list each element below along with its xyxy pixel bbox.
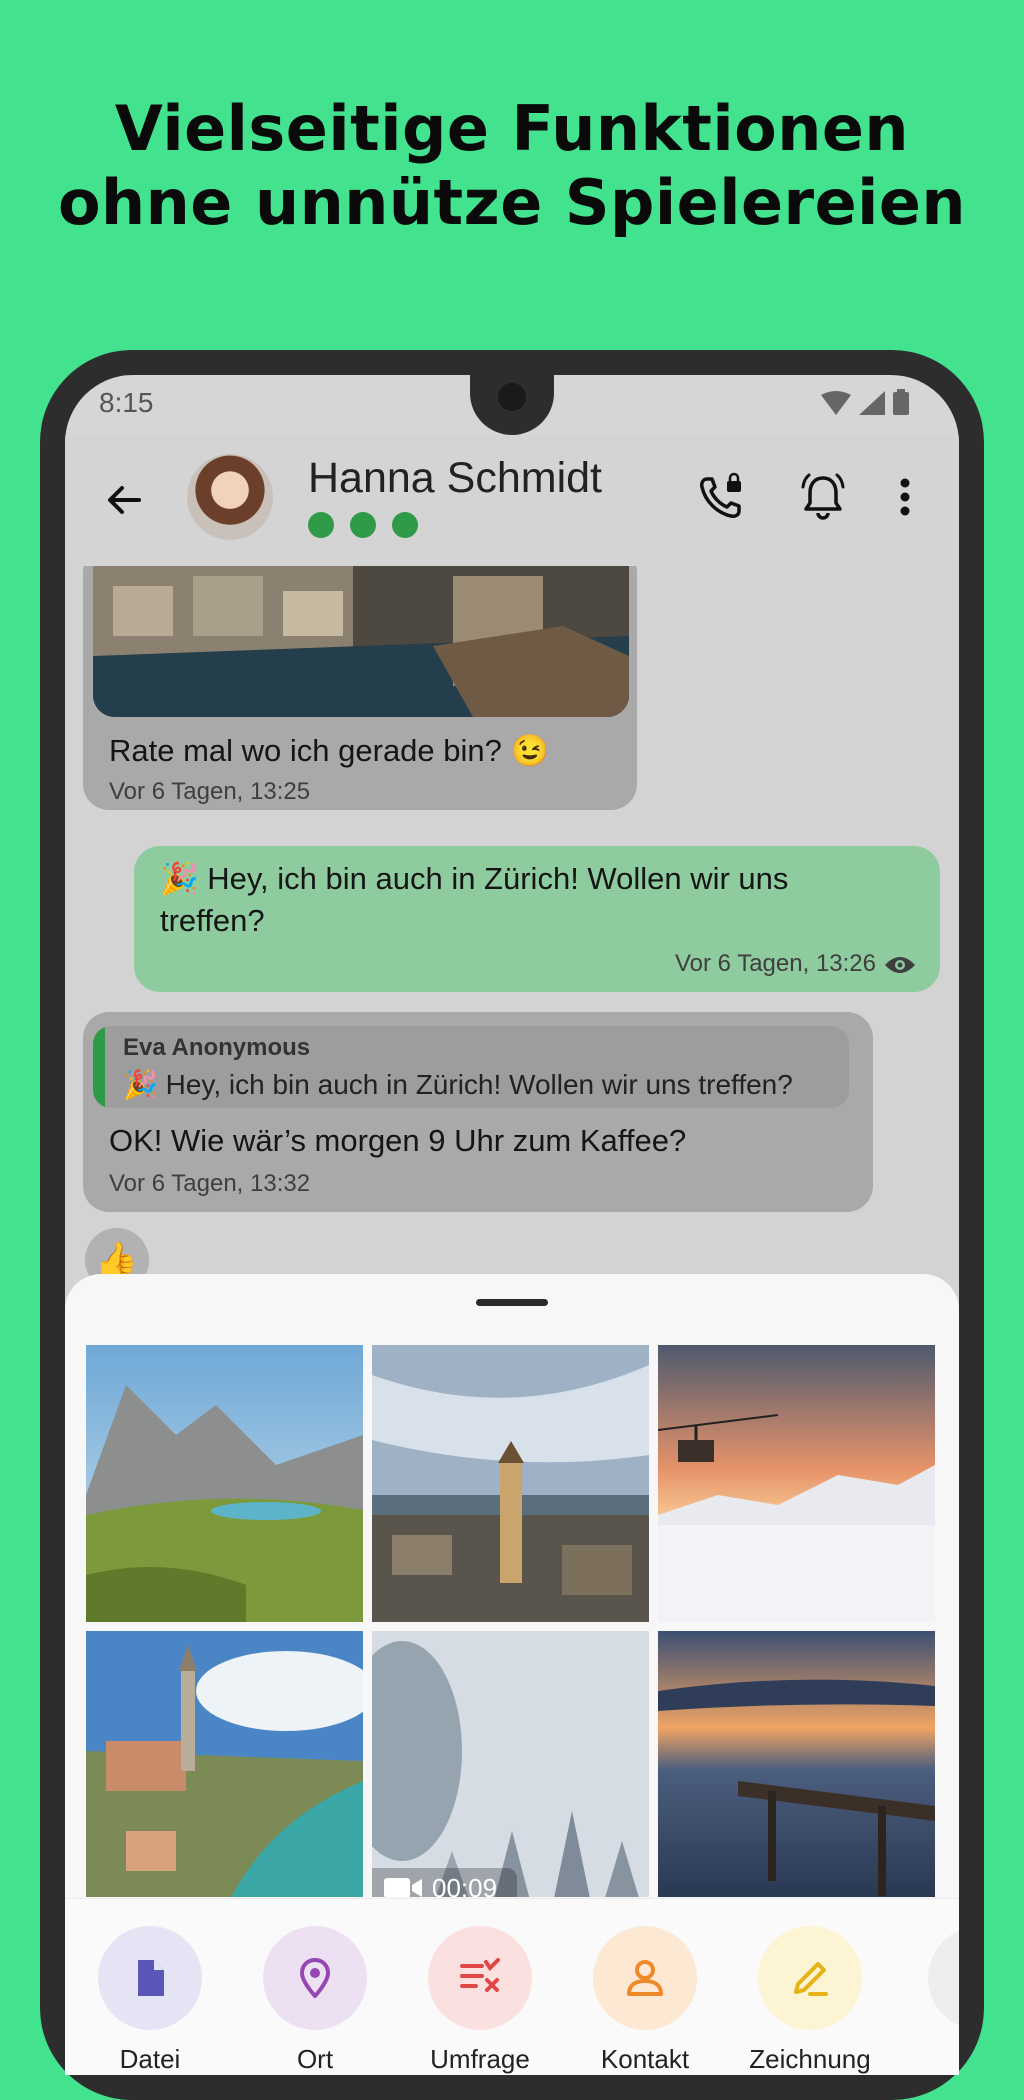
message-timestamp: Vor 6 Tagen, 13:25 — [109, 778, 311, 805]
video-duration: 00:09 — [432, 1873, 498, 1897]
headline-line-2: ohne unnütze Spielereien — [57, 166, 967, 239]
back-arrow-icon[interactable] — [101, 477, 147, 523]
attach-contact-circle — [593, 1926, 697, 2030]
message-text-line: treffen? — [160, 903, 265, 938]
snowy-forest-photo — [372, 1631, 649, 1897]
gallery-tile[interactable] — [658, 1345, 935, 1622]
poll-icon — [460, 1958, 500, 1992]
quote-bar — [93, 1026, 105, 1108]
message-timestamp: Vor 6 Tagen, 13:26 — [674, 950, 876, 977]
contact-name[interactable]: Hanna Schmidt — [308, 454, 602, 503]
notification-bell-icon[interactable] — [795, 469, 851, 525]
message-timestamp: Vor 6 Tagen, 13:32 — [109, 1170, 311, 1197]
gallery-tile[interactable] — [86, 1345, 363, 1622]
verification-dot — [308, 512, 334, 538]
message-bubble-incoming[interactable]: Eva Anonymous 🎉 Hey, ich bin auch in Zür… — [83, 1012, 873, 1212]
message-text: 🎉 Hey, ich bin auch in Zürich! Wollen wi… — [160, 858, 920, 942]
media-gallery: 00:09 — [86, 1345, 938, 1897]
quote-text: 🎉 Hey, ich bin auch in Zürich! Wollen wi… — [123, 1069, 793, 1100]
eye-icon — [885, 957, 915, 973]
attach-drawing-button[interactable]: Zeichnung — [735, 1926, 885, 2075]
location-pin-icon — [299, 1958, 331, 1998]
avatar[interactable] — [187, 454, 273, 540]
gallery-tile[interactable] — [658, 1631, 935, 1897]
more-options-icon[interactable] — [885, 469, 925, 525]
attach-qr-label: QR — [905, 2044, 959, 2075]
phone-screen: 8:15 Hanna Schmidt Rate mal wo ich gerad… — [65, 375, 959, 2075]
secure-call-icon[interactable] — [693, 469, 749, 525]
city-photo-image — [93, 566, 629, 717]
city-tower-photo — [372, 1345, 649, 1622]
attach-drawing-circle — [758, 1926, 862, 2030]
attach-drawing-label: Zeichnung — [749, 2044, 871, 2074]
attach-file-label: Datei — [119, 2044, 181, 2074]
gallery-tile[interactable] — [86, 1631, 363, 1897]
quoted-message[interactable]: Eva Anonymous 🎉 Hey, ich bin auch in Zür… — [93, 1026, 849, 1108]
attach-poll-circle — [428, 1926, 532, 2030]
message-bubble-outgoing[interactable]: 🎉 Hey, ich bin auch in Zürich! Wollen wi… — [134, 846, 940, 992]
drawing-icon — [794, 1962, 828, 1996]
attach-poll-button[interactable]: Umfrage — [405, 1926, 555, 2075]
verification-dot — [392, 512, 418, 538]
attach-file-circle — [98, 1926, 202, 2030]
message-bubble-incoming[interactable]: Rate mal wo ich gerade bin? 😉 Vor 6 Tage… — [83, 566, 637, 810]
lake-pier-sunset-photo — [658, 1631, 935, 1897]
ski-lift-sunset-photo — [658, 1345, 935, 1622]
attach-qr-button[interactable]: QR — [905, 1926, 959, 2075]
verification-dots — [308, 512, 418, 538]
verification-dot — [350, 512, 376, 538]
wifi-icon — [821, 391, 851, 415]
status-icons — [821, 389, 909, 415]
message-text: OK! Wie wär’s morgen 9 Uhr zum Kaffee? — [109, 1123, 687, 1158]
old-town-river-photo — [86, 1631, 363, 1897]
attach-location-circle — [263, 1926, 367, 2030]
file-icon — [138, 1960, 164, 1996]
attachment-actions: Datei Ort Umfrage Kontakt Zeichnung — [65, 1898, 959, 2075]
status-time: 8:15 — [99, 387, 154, 418]
message-text: Rate mal wo ich gerade bin? 😉 — [109, 733, 550, 768]
video-duration-badge: 00:09 — [372, 1868, 517, 1897]
gallery-tile[interactable] — [372, 1345, 649, 1622]
chat-messages[interactable]: Rate mal wo ich gerade bin? 😉 Vor 6 Tage… — [65, 566, 959, 1296]
attach-poll-label: Umfrage — [430, 2044, 530, 2074]
contact-icon — [627, 1960, 663, 1996]
shared-photo[interactable] — [93, 566, 629, 717]
gallery-tile[interactable]: 00:09 — [372, 1631, 649, 1897]
attach-contact-label: Kontakt — [600, 2044, 690, 2074]
chat-app-bar: Hanna Schmidt — [65, 435, 959, 566]
attach-contact-button[interactable]: Kontakt — [570, 1926, 720, 2075]
attach-location-label: Ort — [296, 2044, 334, 2074]
battery-icon — [893, 389, 909, 415]
attach-location-button[interactable]: Ort — [240, 1926, 390, 2075]
message-text-line: 🎉 Hey, ich bin auch in Zürich! Wollen wi… — [160, 861, 789, 896]
attachment-sheet: 00:09 Datei Ort Umfrage Kontakt Zeichnun… — [65, 1274, 959, 2075]
headline-line-1: Vielseitige Funktionen — [114, 92, 910, 165]
promo-headline: Vielseitige Funktionen ohne unnütze Spie… — [0, 92, 1024, 240]
attach-file-button[interactable]: Datei — [75, 1926, 225, 2075]
sheet-drag-handle[interactable] — [476, 1299, 548, 1306]
quote-author: Eva Anonymous — [123, 1034, 311, 1061]
mountain-lake-photo — [86, 1345, 363, 1622]
signal-icon — [859, 391, 885, 415]
attach-qr-circle — [928, 1926, 959, 2030]
video-camera-icon — [384, 1878, 422, 1897]
